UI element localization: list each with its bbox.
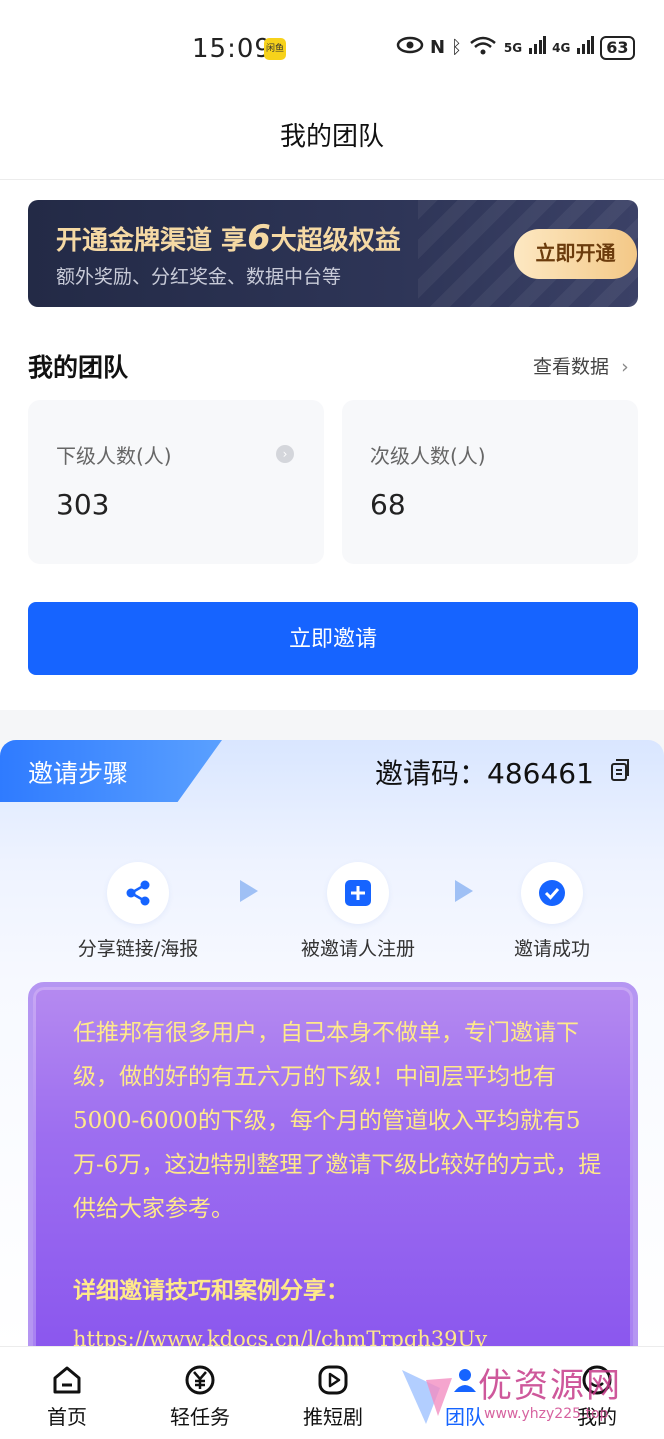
- step-arrow-icon: [240, 880, 258, 902]
- page-title: 我的团队: [279, 122, 384, 152]
- yen-icon: [155, 1363, 245, 1397]
- plus-icon: [327, 862, 389, 924]
- banner-title-pre: 开通金牌渠道 享: [56, 226, 248, 256]
- step-arrow-icon: [455, 880, 473, 902]
- tips-subheading: 详细邀请技巧和案例分享：: [73, 1277, 349, 1304]
- invite-code-value: 486461: [487, 757, 594, 790]
- step-share: 分享链接/海报: [70, 862, 206, 961]
- secondary-count-card: 次级人数(人) 68: [342, 400, 638, 564]
- banner-title-num: 6: [247, 218, 271, 258]
- tab-label: 推短剧: [303, 1405, 363, 1429]
- watermark-url: www.yhzy225.top: [484, 1406, 609, 1422]
- check-icon: [521, 862, 583, 924]
- nfc-icon: N: [430, 37, 446, 58]
- copy-icon[interactable]: [608, 758, 632, 782]
- status-bar: 15:09 闲鱼 N ᛒ 5G 4G 63: [0, 0, 664, 96]
- signal-5g-label: 5G: [503, 40, 523, 55]
- step-label: 分享链接/海报: [77, 938, 199, 960]
- open-now-button[interactable]: 立即开通: [514, 229, 637, 279]
- step-label: 邀请成功: [513, 938, 590, 960]
- eye-icon: [396, 35, 424, 60]
- step-register: 被邀请人注册: [292, 862, 424, 961]
- invite-tips-box: 任推邦有很多用户，自己本身不做单，专门邀请下级，做的好的有五六万的下级！中间层平…: [28, 982, 638, 1362]
- stat-label: 次级人数(人): [370, 444, 486, 468]
- gold-channel-banner[interactable]: 开通金牌渠道 享6大超级权益 额外奖励、分红奖金、数据中台等 立即开通: [28, 200, 638, 307]
- stat-value: 303: [56, 488, 110, 521]
- status-time: 15:09: [192, 34, 272, 64]
- invite-code: 邀请码：486461: [375, 752, 594, 792]
- watermark-text: 优资源网: [478, 1366, 622, 1406]
- subordinate-count-card[interactable]: 下级人数(人) › 303: [28, 400, 324, 564]
- battery-indicator: 63: [600, 35, 635, 60]
- watermark: 优资源网 www.yhzy225.top: [396, 1358, 664, 1434]
- share-icon: [107, 862, 169, 924]
- invite-code-label: 邀请码：: [375, 757, 488, 790]
- signal-bars-icon-2: [576, 36, 595, 59]
- app-badge-icon: 闲鱼: [264, 38, 286, 60]
- banner-title-post: 大超级权益: [270, 226, 401, 256]
- invite-now-button[interactable]: 立即邀请: [28, 602, 638, 675]
- view-data-link[interactable]: 查看数据 ›: [533, 352, 629, 379]
- banner-title: 开通金牌渠道 享6大超级权益: [56, 218, 401, 258]
- stat-value: 68: [370, 488, 406, 521]
- wifi-icon: [468, 34, 498, 61]
- home-icon: [22, 1363, 112, 1397]
- stat-label: 下级人数(人): [56, 444, 172, 468]
- navbar: 我的团队: [0, 96, 664, 180]
- tab-short-drama[interactable]: 推短剧: [288, 1363, 378, 1430]
- tab-home[interactable]: 首页: [22, 1363, 112, 1430]
- banner-subtitle: 额外奖励、分红奖金、数据中台等: [56, 266, 342, 288]
- tab-label: 首页: [47, 1405, 87, 1429]
- step-label: 被邀请人注册: [300, 938, 415, 960]
- play-icon: [288, 1363, 378, 1397]
- tab-label: 轻任务: [170, 1405, 230, 1429]
- signal-4g-label: 4G: [552, 40, 571, 55]
- steps-tab-label: 邀请步骤: [28, 759, 129, 788]
- signal-bars-icon: [528, 36, 547, 59]
- info-arrow-icon[interactable]: ›: [276, 445, 294, 463]
- watermark-logo-icon: [402, 1370, 452, 1424]
- view-data-label: 查看数据: [533, 356, 610, 378]
- chevron-right-icon: ›: [621, 356, 629, 378]
- tab-light-tasks[interactable]: 轻任务: [155, 1363, 245, 1430]
- status-icons: N ᛒ 5G 4G 63: [396, 34, 635, 61]
- tips-paragraph: 任推邦有很多用户，自己本身不做单，专门邀请下级，做的好的有五六万的下级！中间层平…: [73, 1020, 602, 1222]
- step-success: 邀请成功: [505, 862, 599, 961]
- team-section-title: 我的团队: [28, 353, 129, 382]
- bluetooth-icon: ᛒ: [451, 37, 462, 58]
